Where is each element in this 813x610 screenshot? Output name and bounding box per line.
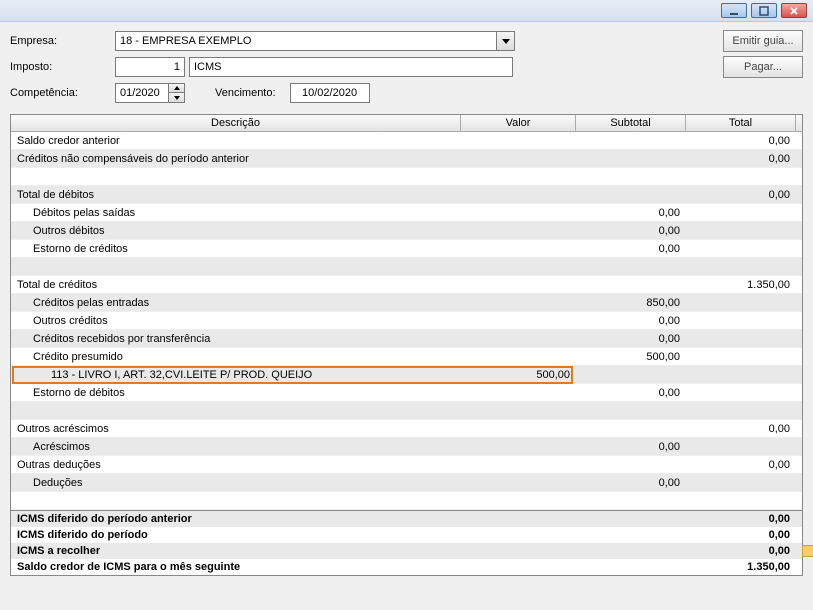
footer-val: 0,00 — [686, 545, 796, 557]
cell-descricao: Saldo credor anterior — [11, 135, 461, 147]
maximize-icon — [759, 6, 769, 16]
footer-desc: ICMS diferido do período — [11, 529, 686, 541]
footer-desc: ICMS a recolher — [11, 545, 686, 557]
cell-subtotal: 850,00 — [576, 297, 686, 309]
note-marker-icon[interactable] — [802, 545, 813, 557]
table-row[interactable] — [11, 492, 802, 510]
emitir-guia-button[interactable]: Emitir guia... — [723, 30, 803, 52]
minimize-icon — [729, 6, 739, 16]
imposto-code-input[interactable]: 1 — [115, 57, 185, 77]
cell-total: 0,00 — [686, 189, 796, 201]
pagar-button[interactable]: Pagar... — [723, 56, 803, 78]
table-row[interactable] — [11, 258, 802, 276]
table-row[interactable]: Acréscimos 0,00 — [11, 438, 802, 456]
table-row[interactable]: Outros acréscimos 0,00 — [11, 420, 802, 438]
col-scroll — [796, 115, 813, 131]
table-row[interactable]: Deduções 0,00 — [11, 474, 802, 492]
vencimento-input[interactable]: 10/02/2020 — [290, 83, 370, 103]
close-icon — [789, 6, 799, 16]
cell-total: 0,00 — [686, 153, 796, 165]
cell-subtotal: 0,00 — [576, 243, 686, 255]
table-row[interactable]: Estorno de créditos 0,00 — [11, 240, 802, 258]
cell-subtotal: 0,00 — [576, 477, 686, 489]
cell-descricao: Outras deduções — [11, 459, 461, 471]
table-row[interactable]: Outros débitos 0,00 — [11, 222, 802, 240]
footer-row: ICMS diferido do período0,00 — [11, 527, 802, 543]
competencia-value: 01/2020 — [116, 87, 168, 99]
cell-descricao: Outros acréscimos — [11, 423, 461, 435]
spinner-down-icon[interactable] — [169, 93, 184, 102]
footer-summary: ICMS diferido do período anterior0,00ICM… — [10, 511, 803, 576]
footer-desc: Saldo credor de ICMS para o mês seguinte — [11, 561, 686, 573]
maximize-button[interactable] — [751, 3, 777, 18]
cell-subtotal: 0,00 — [576, 207, 686, 219]
imposto-name-input[interactable]: ICMS — [189, 57, 513, 77]
table-row[interactable]: Total de créditos 1.350,00 — [11, 276, 802, 294]
cell-descricao: Créditos recebidos por transferência — [11, 333, 461, 345]
close-button[interactable] — [781, 3, 807, 18]
cell-valor: 500,00 — [461, 369, 576, 381]
table-row[interactable] — [11, 168, 802, 186]
cell-descricao: Créditos pelas entradas — [11, 297, 461, 309]
apuracao-grid[interactable]: Descrição Valor Subtotal Total Saldo cre… — [10, 114, 803, 511]
empresa-label: Empresa: — [10, 35, 115, 47]
cell-descricao: Deduções — [11, 477, 461, 489]
cell-descricao: 113 - LIVRO I, ART. 32,CVI.LEITE P/ PROD… — [11, 369, 461, 381]
empresa-value: 18 - EMPRESA EXEMPLO — [116, 35, 496, 47]
cell-descricao: Outros créditos — [11, 315, 461, 327]
table-row[interactable]: Crédito presumido 500,00 — [11, 348, 802, 366]
table-row[interactable]: Créditos recebidos por transferência 0,00 — [11, 330, 802, 348]
cell-descricao: Crédito presumido — [11, 351, 461, 363]
table-row[interactable]: Créditos pelas entradas 850,00 — [11, 294, 802, 312]
cell-descricao: Créditos não compensáveis do período ant… — [11, 153, 461, 165]
table-row[interactable] — [11, 402, 802, 420]
footer-desc: ICMS diferido do período anterior — [11, 513, 686, 525]
table-row[interactable]: 113 - LIVRO I, ART. 32,CVI.LEITE P/ PROD… — [11, 366, 802, 384]
cell-descricao: Acréscimos — [11, 441, 461, 453]
col-descricao: Descrição — [11, 115, 461, 131]
col-subtotal: Subtotal — [576, 115, 686, 131]
table-row[interactable]: Outros créditos 0,00 — [11, 312, 802, 330]
cell-descricao: Estorno de débitos — [11, 387, 461, 399]
cell-total: 0,00 — [686, 423, 796, 435]
imposto-label: Imposto: — [10, 61, 115, 73]
competencia-spinner[interactable]: 01/2020 — [115, 83, 185, 103]
table-row[interactable]: Outras deduções 0,00 — [11, 456, 802, 474]
cell-descricao: Outros débitos — [11, 225, 461, 237]
footer-row: ICMS a recolher0,00 — [11, 543, 802, 559]
cell-subtotal: 500,00 — [576, 351, 686, 363]
table-row[interactable]: Estorno de débitos 0,00 — [11, 384, 802, 402]
cell-total: 0,00 — [686, 135, 796, 147]
col-total: Total — [686, 115, 796, 131]
cell-subtotal: 0,00 — [576, 387, 686, 399]
empresa-combo[interactable]: 18 - EMPRESA EXEMPLO — [115, 31, 515, 51]
table-row[interactable]: Débitos pelas saídas 0,00 — [11, 204, 802, 222]
cell-subtotal: 0,00 — [576, 225, 686, 237]
chevron-down-icon — [496, 32, 514, 50]
cell-descricao: Estorno de créditos — [11, 243, 461, 255]
grid-header: Descrição Valor Subtotal Total — [11, 115, 802, 132]
footer-val: 0,00 — [686, 513, 796, 525]
cell-subtotal: 0,00 — [576, 333, 686, 345]
footer-val: 1.350,00 — [686, 561, 796, 573]
footer-val: 0,00 — [686, 529, 796, 541]
cell-descricao: Débitos pelas saídas — [11, 207, 461, 219]
cell-total: 1.350,00 — [686, 279, 796, 291]
cell-descricao: Total de créditos — [11, 279, 461, 291]
footer-row: ICMS diferido do período anterior0,00 — [11, 511, 802, 527]
table-row[interactable]: Total de débitos 0,00 — [11, 186, 802, 204]
vencimento-label: Vencimento: — [215, 87, 276, 99]
cell-subtotal: 0,00 — [576, 441, 686, 453]
minimize-button[interactable] — [721, 3, 747, 18]
col-valor: Valor — [461, 115, 576, 131]
spinner-up-icon[interactable] — [169, 84, 184, 93]
table-row[interactable]: Saldo credor anterior 0,00 — [11, 132, 802, 150]
cell-descricao: Total de débitos — [11, 189, 461, 201]
cell-total: 0,00 — [686, 459, 796, 471]
footer-row: Saldo credor de ICMS para o mês seguinte… — [11, 559, 802, 575]
competencia-label: Competência: — [10, 87, 115, 99]
cell-subtotal: 0,00 — [576, 315, 686, 327]
table-row[interactable]: Créditos não compensáveis do período ant… — [11, 150, 802, 168]
